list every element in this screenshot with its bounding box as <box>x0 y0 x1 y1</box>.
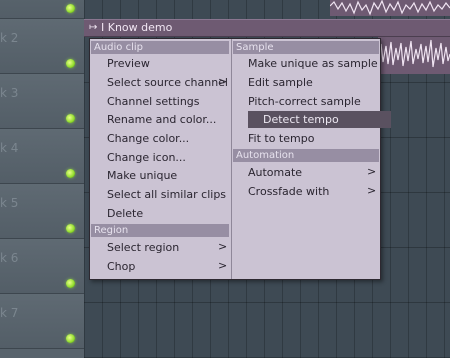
track-enable-led-icon[interactable] <box>66 114 75 123</box>
menu-section-audio-clip: Audio clip <box>91 41 229 54</box>
track-label: k 7 <box>0 306 19 320</box>
track-label: k 6 <box>0 251 19 265</box>
track-header-column: k 2 k 3 k 4 k 5 k 6 k 7 <box>0 0 84 358</box>
clip-context-menu: Audio clip Preview Select source channel… <box>89 38 391 280</box>
track-enable-led-icon[interactable] <box>66 169 75 178</box>
menu-item-chop[interactable]: Chop <box>107 258 135 275</box>
track-enable-led-icon[interactable] <box>66 224 75 233</box>
track-enable-led-icon[interactable] <box>66 279 75 288</box>
menu-item-crossfade-with[interactable]: Crossfade with <box>248 183 329 200</box>
audio-clip-title-bar[interactable]: ↦ I Know demo <box>84 19 450 37</box>
track-header[interactable]: k 5 <box>0 184 84 239</box>
menu-item-pitch-correct-sample[interactable]: Pitch-correct sample <box>248 93 361 110</box>
menu-column-sample: Sample Make unique as sample Edit sample… <box>231 39 391 279</box>
track-label: k 3 <box>0 86 19 100</box>
menu-item-detect-tempo[interactable]: Detect tempo <box>248 111 391 128</box>
menu-item-select-source-channel[interactable]: Select source channel <box>107 74 228 91</box>
menu-column-clip: Audio clip Preview Select source channel… <box>90 39 230 279</box>
track-header[interactable] <box>0 0 84 19</box>
menu-section-automation: Automation <box>233 149 379 162</box>
track-header[interactable]: k 6 <box>0 239 84 294</box>
menu-item-preview[interactable]: Preview <box>107 55 150 72</box>
track-label: k 4 <box>0 141 19 155</box>
waveform-icon <box>330 0 450 16</box>
menu-item-make-unique[interactable]: Make unique <box>107 167 177 184</box>
menu-item-delete[interactable]: Delete <box>107 205 143 222</box>
track-enable-led-icon[interactable] <box>66 334 75 343</box>
menu-item-make-unique-as-sample[interactable]: Make unique as sample <box>248 55 378 72</box>
menu-item-change-color[interactable]: Change color... <box>107 130 189 147</box>
waveform-icon <box>378 34 450 74</box>
menu-item-fit-to-tempo[interactable]: Fit to tempo <box>248 130 314 147</box>
track-enable-led-icon[interactable] <box>66 4 75 13</box>
menu-section-sample: Sample <box>233 41 379 54</box>
menu-item-rename-and-color[interactable]: Rename and color... <box>107 111 216 128</box>
submenu-arrow-icon: > <box>218 75 228 88</box>
clip-title: I Know demo <box>101 21 173 34</box>
clip-arrow-icon[interactable]: ↦ <box>89 20 97 36</box>
track-label: k 5 <box>0 196 19 210</box>
submenu-arrow-icon: > <box>218 240 228 253</box>
track-label: k 2 <box>0 31 19 45</box>
track-header[interactable]: k 3 <box>0 74 84 129</box>
track-header[interactable]: k 2 <box>0 19 84 74</box>
submenu-arrow-icon: > <box>367 165 377 178</box>
track-header[interactable]: k 7 <box>0 294 84 349</box>
menu-item-select-region[interactable]: Select region <box>107 239 179 256</box>
track-enable-led-icon[interactable] <box>66 59 75 68</box>
menu-item-select-all-similar-clips[interactable]: Select all similar clips <box>107 186 226 203</box>
menu-item-automate[interactable]: Automate <box>248 164 302 181</box>
submenu-arrow-icon: > <box>367 184 377 197</box>
submenu-arrow-icon: > <box>218 259 228 272</box>
menu-section-region: Region <box>91 224 229 237</box>
menu-item-edit-sample[interactable]: Edit sample <box>248 74 313 91</box>
track-header[interactable]: k 4 <box>0 129 84 184</box>
menu-item-change-icon[interactable]: Change icon... <box>107 149 186 166</box>
menu-item-channel-settings[interactable]: Channel settings <box>107 93 200 110</box>
